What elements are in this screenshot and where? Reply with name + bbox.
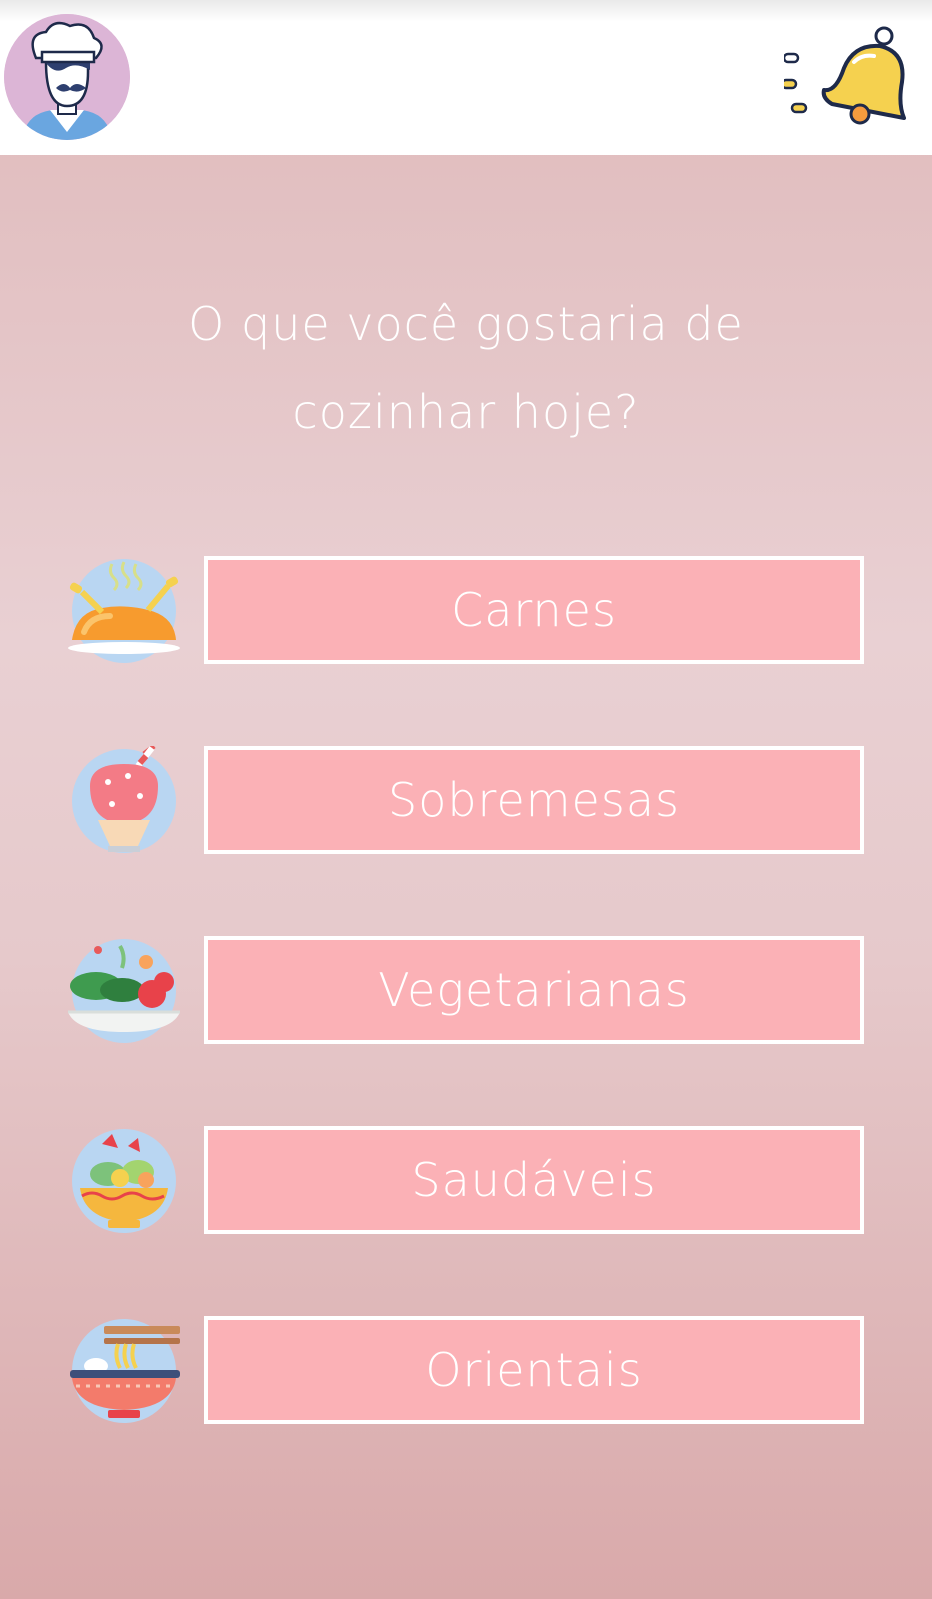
option-saudaveis: Saudáveis: [0, 1126, 932, 1236]
option-sobremesas: Sobremesas: [0, 744, 932, 856]
roast-chicken-icon[interactable]: [68, 556, 180, 666]
option-button-orientais[interactable]: Orientais: [204, 1316, 864, 1424]
bell-icon[interactable]: [780, 18, 924, 138]
question-heading: O que você gostaria de cozinhar hoje?: [0, 280, 932, 456]
question-line-2: cozinhar hoje?: [292, 385, 640, 439]
option-button-sobremesas[interactable]: Sobremesas: [204, 746, 864, 854]
option-orientais: Orientais: [0, 1316, 932, 1426]
question-line-1: O que você gostaria de: [188, 297, 744, 351]
option-button-vegetarianas[interactable]: Vegetarianas: [204, 936, 864, 1044]
salad-bowl-icon[interactable]: [68, 936, 180, 1046]
chef-avatar-icon[interactable]: [4, 14, 130, 140]
option-button-carnes[interactable]: Carnes: [204, 556, 864, 664]
dessert-cup-icon[interactable]: [68, 744, 180, 856]
noodle-bowl-icon[interactable]: [68, 1316, 180, 1426]
option-button-saudaveis[interactable]: Saudáveis: [204, 1126, 864, 1234]
healthy-bowl-icon[interactable]: [68, 1126, 180, 1236]
option-carnes: Carnes: [0, 556, 932, 666]
top-bar: [0, 0, 932, 155]
option-vegetarianas: Vegetarianas: [0, 936, 932, 1046]
